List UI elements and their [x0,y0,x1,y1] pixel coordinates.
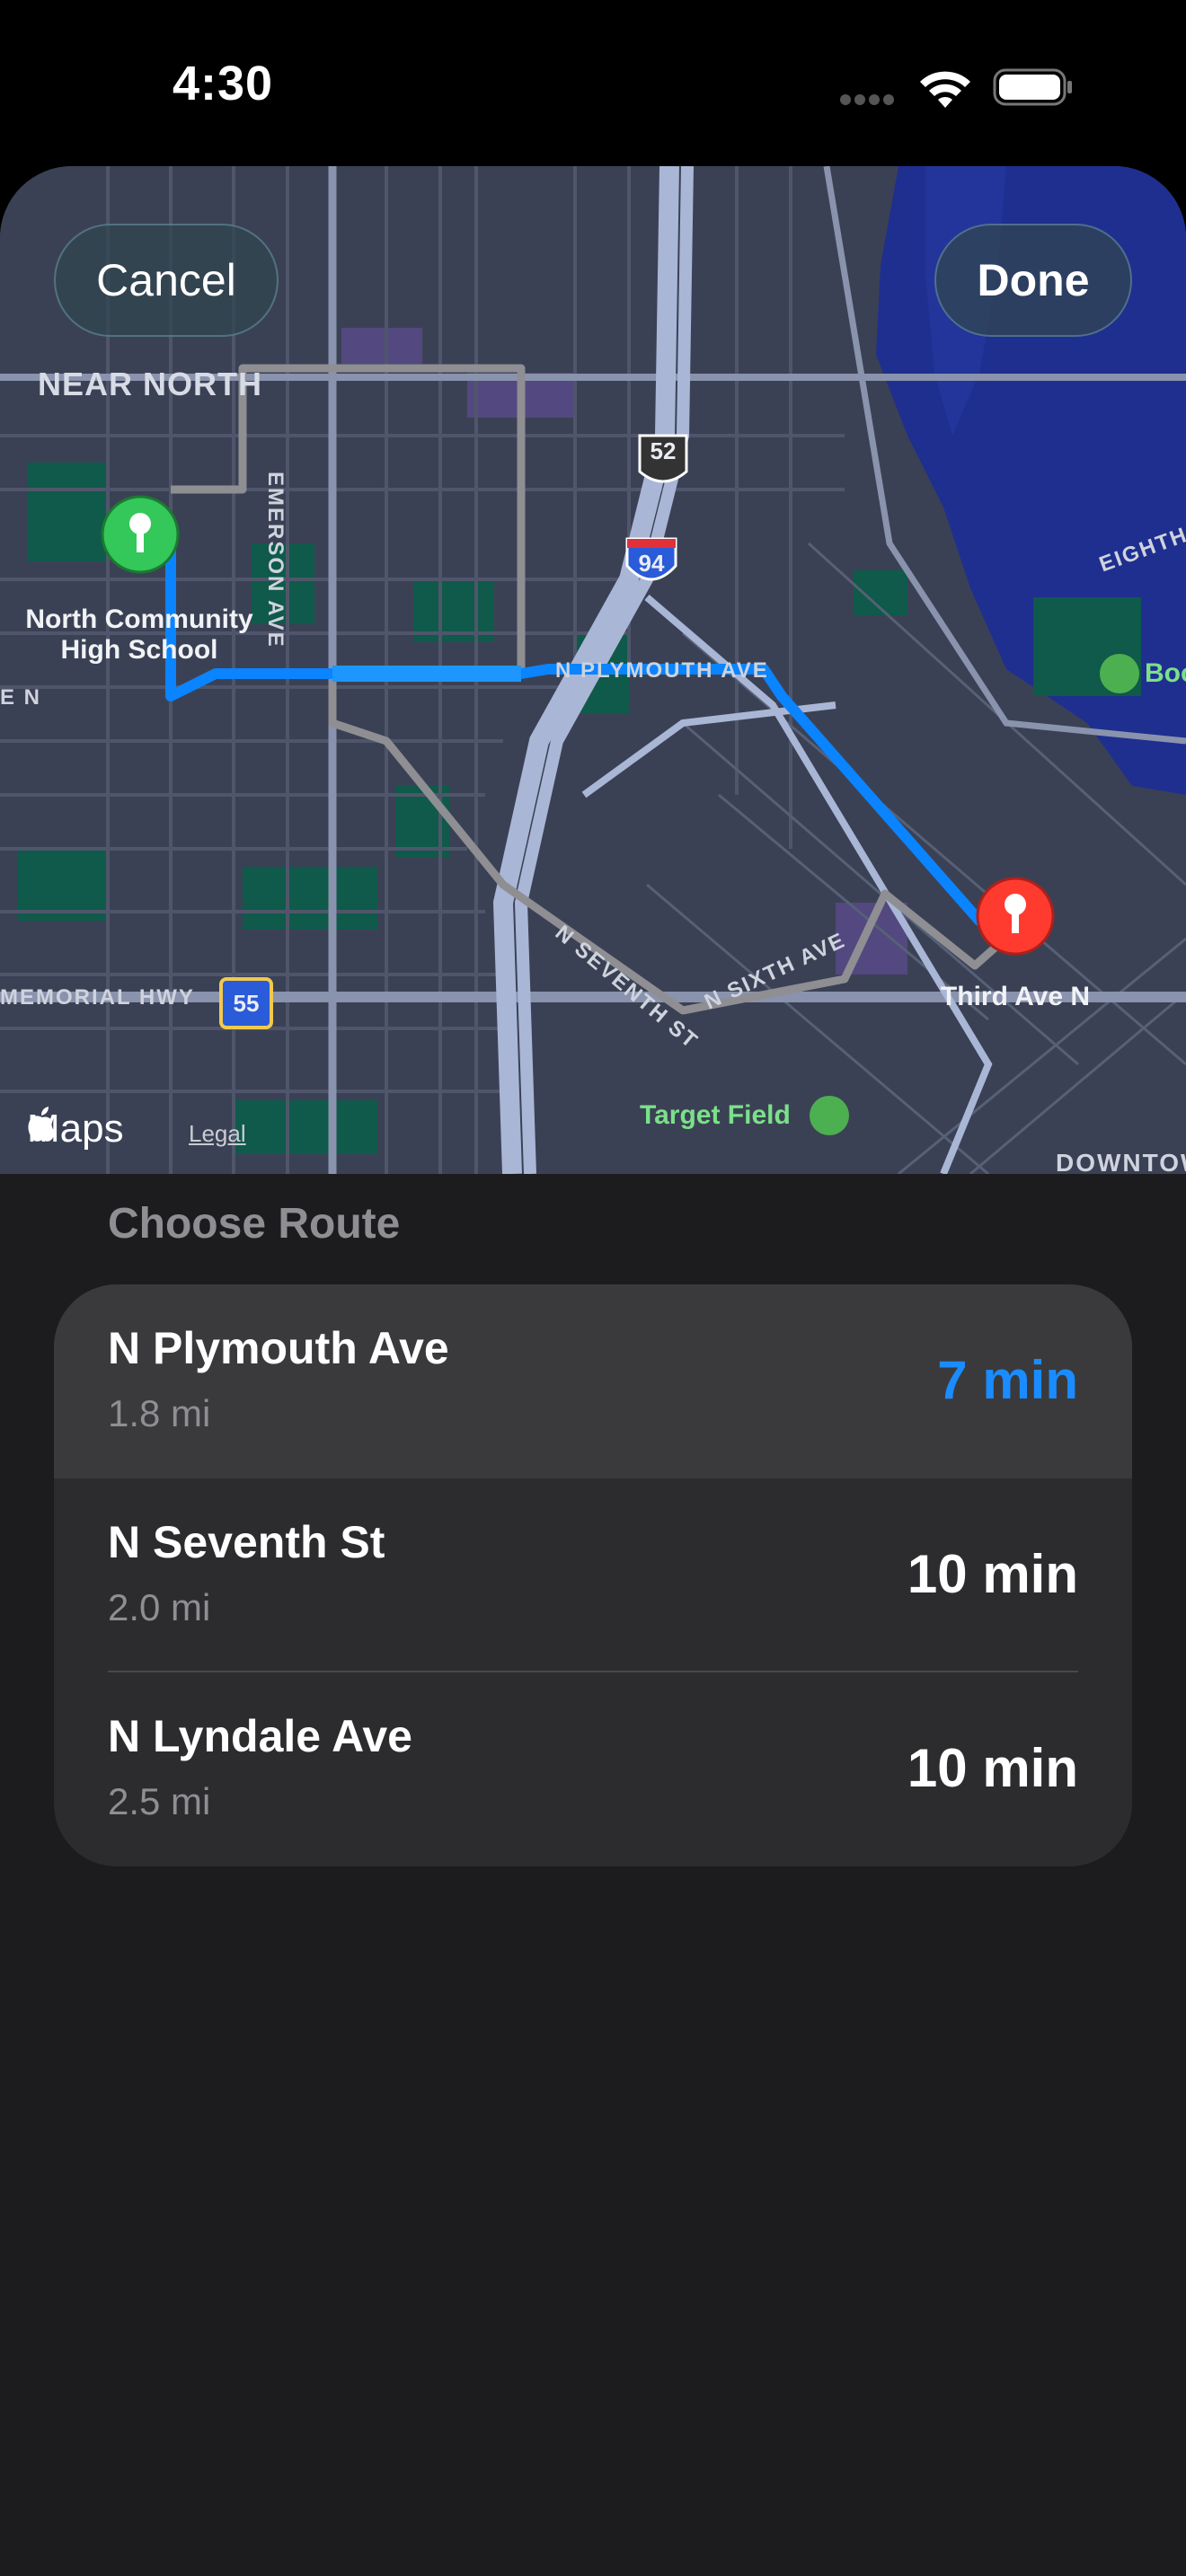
route-sheet: Cancel Done NEAR NORTH EMERSON AVE N PLY… [0,166,1186,2576]
apple-maps-logo: Maps [27,1107,124,1151]
street-label-memorial: MEMORIAL HWY [0,985,195,1010]
done-button[interactable]: Done [934,224,1132,337]
cancel-button[interactable]: Cancel [54,224,279,337]
park-icon [1100,654,1139,693]
status-bar: 4:30 [0,0,1186,166]
route-option[interactable]: N Lyndale Ave 2.5 mi 10 min [54,1672,1132,1866]
route-time: 7 min [937,1350,1078,1410]
route-name: N Lyndale Ave [108,1711,412,1761]
shield-52-label: 52 [650,437,677,464]
target-field-label: Target Field [640,1100,791,1130]
route-distance: 1.8 mi [108,1392,211,1434]
route-name: N Plymouth Ave [108,1323,449,1373]
end-pin-icon [976,877,1055,956]
route-map[interactable]: Cancel Done NEAR NORTH EMERSON AVE N PLY… [0,166,1186,1174]
end-poi-label: Third Ave N [940,982,1091,1011]
apple-logo-icon [28,1107,56,1142]
cellular-signal-icon [840,93,898,110]
shield-55-label: 55 [233,990,260,1017]
route-distance: 2.0 mi [108,1586,211,1628]
route-name: N Seventh St [108,1517,385,1567]
area-label-near-north: NEAR NORTH [38,366,262,402]
battery-icon [993,68,1072,106]
street-label-edge: E N [0,685,42,710]
route-distance: 2.5 mi [108,1780,211,1822]
route-option[interactable]: N Plymouth Ave 1.8 mi 7 min [54,1284,1132,1478]
section-title: Choose Route [108,1200,401,1248]
route-option[interactable]: N Seventh St 2.0 mi 10 min [54,1478,1132,1672]
street-label-plymouth: N PLYMOUTH AVE [555,658,769,683]
route-list: N Plymouth Ave 1.8 mi 7 min N Seventh St… [54,1284,1132,1866]
status-time: 4:30 [173,57,274,110]
route-time: 10 min [907,1738,1078,1798]
start-poi-label: North Community High School [25,604,253,665]
start-pin-icon [101,495,180,574]
route-time: 10 min [907,1544,1078,1604]
park-label: Boo [1145,658,1186,688]
area-label-downtown: DOWNTOW [1056,1149,1186,1174]
wifi-icon [920,71,970,108]
legal-link[interactable]: Legal [189,1120,246,1148]
stadium-icon [810,1096,849,1135]
shield-94-label: 94 [638,550,665,577]
